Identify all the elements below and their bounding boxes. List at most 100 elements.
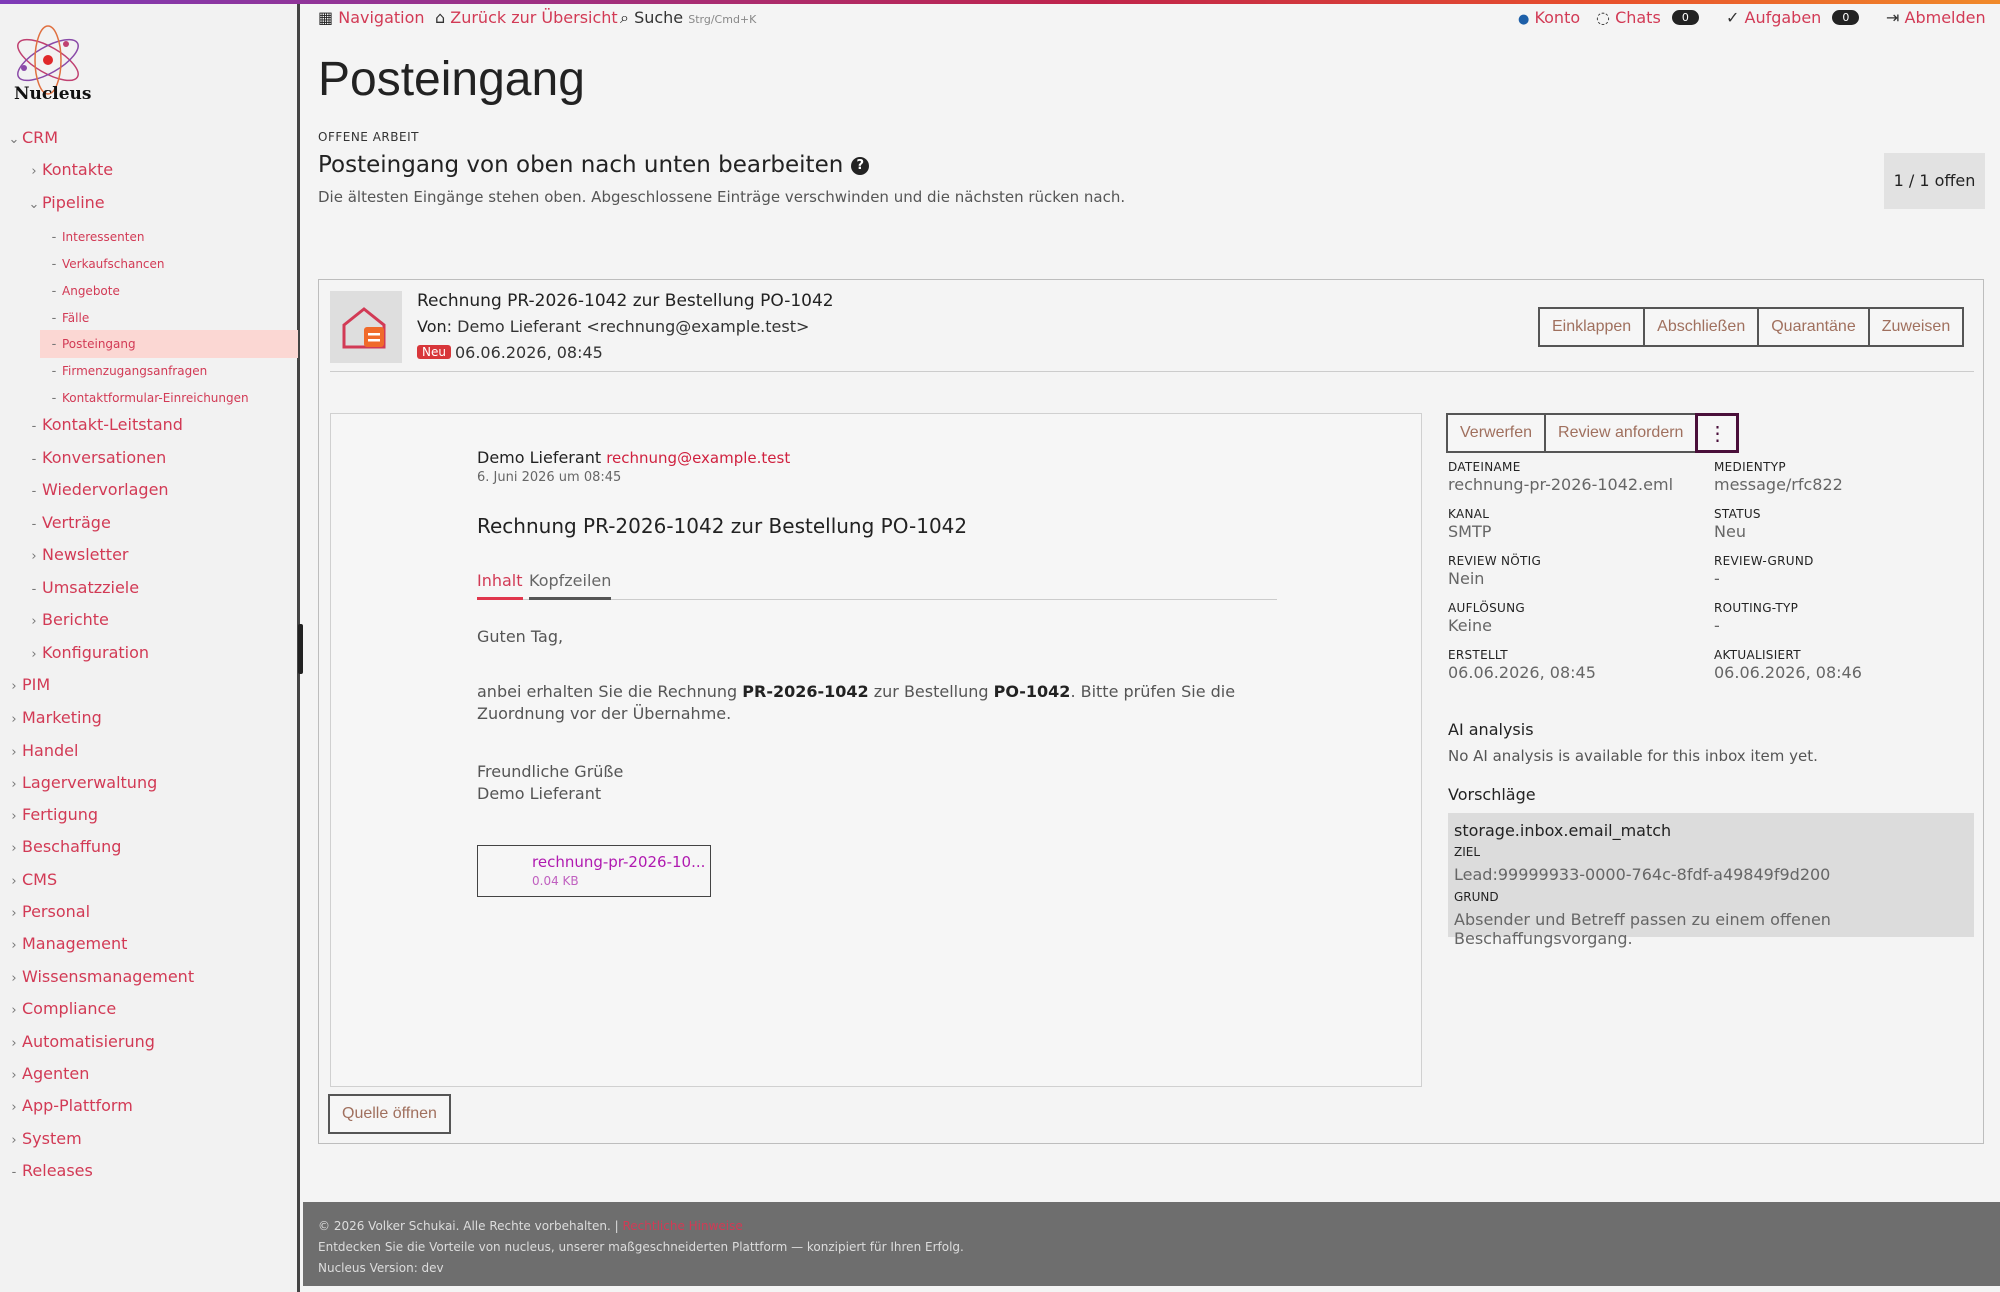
discard-button[interactable]: Verwerfen bbox=[1446, 413, 1547, 453]
dash-icon: - bbox=[31, 582, 37, 597]
konto-link[interactable]: ● Konto bbox=[1518, 8, 1580, 27]
collapse-button[interactable]: Einklappen bbox=[1538, 307, 1646, 347]
sidebar-item-kontaktformular-einreichungen[interactable]: - Kontaktformular-Einreichungen bbox=[0, 384, 249, 412]
sidebar-item-interessenten[interactable]: - Interessenten bbox=[0, 223, 145, 251]
sidebar-item-releases[interactable]: - Releases bbox=[0, 1157, 93, 1185]
quarantine-button[interactable]: Quarantäne bbox=[1757, 307, 1870, 347]
chevron-down-icon: ⌄ bbox=[8, 132, 20, 147]
sidebar-item-label: Kontakte bbox=[42, 160, 114, 179]
email-closing: Freundliche Grüße bbox=[477, 762, 624, 781]
tab-headers[interactable]: Kopfzeilen bbox=[529, 570, 612, 600]
more-options-icon[interactable]: ⋮ bbox=[1695, 413, 1740, 453]
sidebar-item-management[interactable]: › Management bbox=[0, 930, 127, 958]
sidebar-item-label: Management bbox=[22, 934, 128, 953]
sidebar-item-angebote[interactable]: - Angebote bbox=[0, 277, 120, 305]
sidebar-item-app-plattform[interactable]: › App-Plattform bbox=[0, 1092, 132, 1120]
chevron-right-icon: › bbox=[11, 1133, 17, 1148]
sidebar-item-automatisierung[interactable]: › Automatisierung bbox=[0, 1028, 155, 1056]
tab-content[interactable]: Inhalt bbox=[477, 570, 523, 600]
sidebar-item-konfiguration[interactable]: › Konfiguration bbox=[0, 639, 149, 667]
search-trigger[interactable]: ⌕ Suche Strg/Cmd+K bbox=[620, 8, 756, 28]
sidebar-item-crm[interactable]: ⌄ CRM bbox=[0, 124, 59, 152]
logout-icon: ⇥ bbox=[1886, 8, 1900, 27]
sidebar-item-label: Interessenten bbox=[62, 230, 145, 244]
section-description: Die ältesten Eingänge stehen oben. Abges… bbox=[318, 188, 1126, 206]
inbox-item-title: Rechnung PR-2026-1042 zur Bestellung PO-… bbox=[417, 291, 834, 311]
email-paragraph: anbei erhalten Sie die Rechnung PR-2026-… bbox=[477, 682, 1236, 723]
sidebar-item-label: Newsletter bbox=[42, 545, 129, 564]
footer: © 2026 Volker Schukai. Alle Rechte vorbe… bbox=[303, 1202, 2000, 1286]
sidebar-item-agenten[interactable]: › Agenten bbox=[0, 1060, 89, 1088]
dash-icon: - bbox=[31, 484, 37, 499]
email-signature: Demo Lieferant bbox=[477, 784, 602, 803]
sidebar-item-umsatzziele[interactable]: - Umsatzziele bbox=[0, 574, 139, 602]
sidebar-item-berichte[interactable]: › Berichte bbox=[0, 606, 109, 634]
suggestion-reason-label: GRUND bbox=[1454, 890, 1499, 904]
legal-notice-link[interactable]: Rechtliche Hinweise bbox=[622, 1219, 742, 1233]
meta-label: REVIEW-GRUND bbox=[1714, 554, 1814, 568]
sidebar-item-marketing[interactable]: › Marketing bbox=[0, 704, 102, 732]
sidebar-item-wiedervorlagen[interactable]: - Wiedervorlagen bbox=[0, 476, 169, 504]
chevron-right-icon: › bbox=[11, 1068, 17, 1083]
footer-copyright: © 2026 Volker Schukai. Alle Rechte vorbe… bbox=[318, 1219, 743, 1233]
sidebar-item-verkaufschancen[interactable]: - Verkaufschancen bbox=[0, 250, 165, 278]
sidebar-item-label: Firmenzugangsanfragen bbox=[62, 364, 208, 378]
chevron-right-icon: › bbox=[31, 164, 37, 179]
sidebar-item-verträge[interactable]: - Verträge bbox=[0, 509, 111, 537]
sidebar-item-newsletter[interactable]: › Newsletter bbox=[0, 541, 129, 569]
chats-link[interactable]: ◌ Chats 0 bbox=[1596, 8, 1699, 27]
sidebar-item-system[interactable]: › System bbox=[0, 1125, 81, 1153]
sidebar-item-kontakt-leitstand[interactable]: - Kontakt-Leitstand bbox=[0, 411, 183, 439]
sidebar-scrollbar[interactable] bbox=[298, 624, 303, 674]
assign-button[interactable]: Zuweisen bbox=[1867, 307, 1965, 347]
sidebar-item-pim[interactable]: › PIM bbox=[0, 671, 50, 699]
logout-link[interactable]: ⇥ Abmelden bbox=[1886, 8, 1986, 27]
sidebar-item-label: Verträge bbox=[42, 513, 111, 532]
sidebar-item-wissensmanagement[interactable]: › Wissensmanagement bbox=[0, 963, 194, 991]
sidebar-item-label: Posteingang bbox=[62, 337, 136, 351]
sidebar-item-label: Marketing bbox=[22, 708, 102, 727]
sidebar-item-firmenzugangsanfragen[interactable]: - Firmenzugangsanfragen bbox=[0, 357, 208, 385]
sidebar-item-posteingang[interactable]: - Posteingang bbox=[40, 330, 298, 358]
meta-value: message/rfc822 bbox=[1714, 475, 1843, 494]
open-source-button[interactable]: Quelle öffnen bbox=[328, 1094, 451, 1134]
attachment-card[interactable]: rechnung-pr-2026-10... 0.04 KB bbox=[477, 845, 711, 897]
dash-icon: - bbox=[51, 284, 57, 299]
back-to-overview-link[interactable]: ⌂ Zurück zur Übersicht bbox=[435, 8, 618, 27]
request-review-button[interactable]: Review anfordern bbox=[1544, 413, 1698, 453]
inbox-item-from: Von: Demo Lieferant <rechnung@example.te… bbox=[417, 317, 810, 336]
sidebar-item-fertigung[interactable]: › Fertigung bbox=[0, 801, 98, 829]
sidebar-item-handel[interactable]: › Handel bbox=[0, 737, 78, 765]
help-icon[interactable]: ? bbox=[851, 157, 870, 175]
aufgaben-link[interactable]: ✓ Aufgaben 0 bbox=[1726, 8, 1860, 27]
chat-icon: ◌ bbox=[1596, 8, 1610, 27]
sender-email-link[interactable]: rechnung@example.test bbox=[606, 449, 790, 467]
navigation-link[interactable]: ▦ Navigation bbox=[318, 8, 425, 27]
suggestions-title: Vorschläge bbox=[1448, 785, 1536, 804]
sidebar-item-fälle[interactable]: - Fälle bbox=[0, 304, 90, 332]
dash-icon: - bbox=[11, 1165, 17, 1180]
tasks-count-badge: 0 bbox=[1832, 10, 1860, 25]
sidebar-item-pipeline[interactable]: ⌄ Pipeline bbox=[0, 189, 105, 217]
meta-value: 06.06.2026, 08:46 bbox=[1714, 663, 1862, 682]
sidebar-item-beschaffung[interactable]: › Beschaffung bbox=[0, 833, 121, 861]
sidebar-item-lagerverwaltung[interactable]: › Lagerverwaltung bbox=[0, 769, 157, 797]
meta-label: DATEINAME bbox=[1448, 460, 1521, 474]
complete-button[interactable]: Abschließen bbox=[1643, 307, 1760, 347]
sidebar-item-konversationen[interactable]: - Konversationen bbox=[0, 444, 167, 472]
dash-icon: - bbox=[51, 257, 57, 272]
top-gradient-stripe bbox=[0, 0, 2000, 4]
meta-label: KANAL bbox=[1448, 507, 1490, 521]
sidebar-item-label: Kontakt-Leitstand bbox=[42, 415, 183, 434]
meta-label: MEDIENTYP bbox=[1714, 460, 1786, 474]
sidebar-item-personal[interactable]: › Personal bbox=[0, 898, 90, 926]
sidebar-item-label: Berichte bbox=[42, 610, 109, 629]
sidebar-item-label: Wissensmanagement bbox=[22, 967, 195, 986]
dash-icon: - bbox=[31, 452, 37, 467]
sidebar-item-kontakte[interactable]: › Kontakte bbox=[0, 156, 113, 184]
grid-icon: ▦ bbox=[318, 8, 334, 27]
sidebar-item-cms[interactable]: › CMS bbox=[0, 866, 57, 894]
sidebar-item-label: Fertigung bbox=[22, 805, 99, 824]
sidebar-item-compliance[interactable]: › Compliance bbox=[0, 995, 116, 1023]
chevron-right-icon: › bbox=[11, 874, 17, 889]
